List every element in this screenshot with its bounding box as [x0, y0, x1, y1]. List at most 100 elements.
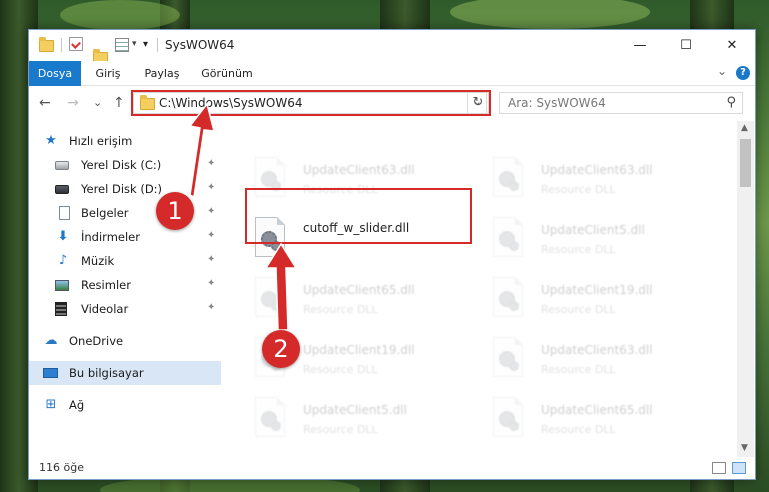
scroll-up-icon[interactable]: ▲	[741, 123, 748, 133]
help-icon[interactable]: ?	[736, 66, 750, 80]
file-name: UpdateClient65.dll	[303, 283, 415, 297]
chevron-down-icon[interactable]: ▾	[132, 39, 137, 55]
properties-icon[interactable]	[69, 37, 83, 51]
file-name: UpdateClient5.dll	[303, 403, 407, 417]
file-name: UpdateClient63.dll	[541, 343, 653, 357]
status-bar: 116 öğe	[29, 457, 755, 479]
file-item[interactable]: UpdateClient65.dll Resource DLL	[489, 397, 719, 457]
file-item[interactable]: UpdateClient63.dll Resource DLL	[489, 157, 719, 219]
background-foliage	[60, 0, 180, 30]
sidebar-item-label: Müzik	[81, 254, 115, 268]
file-name: UpdateClient63.dll	[303, 163, 415, 177]
background-foliage	[450, 0, 650, 29]
documents-icon	[59, 206, 70, 220]
ribbon-tabs: Dosya Giriş Paylaş Görünüm ⌄ ?	[29, 61, 755, 86]
tab-view[interactable]: Görünüm	[197, 61, 257, 86]
sidebar-item-label: Hızlı erişim	[69, 134, 133, 148]
highlight-file-box	[245, 188, 472, 244]
cloud-icon: ☁	[44, 333, 58, 348]
maximize-button[interactable]: ☐	[663, 30, 709, 61]
search-input[interactable]: Ara: SysWOW64	[508, 96, 606, 110]
folder-icon	[39, 37, 54, 52]
dll-file-icon	[489, 277, 527, 323]
videos-icon	[55, 302, 67, 316]
drive-icon	[55, 185, 69, 194]
separator	[157, 38, 158, 52]
file-type: Resource DLL	[541, 303, 616, 316]
tab-home[interactable]: Giriş	[87, 61, 129, 86]
sidebar-item-drive-d[interactable]: Yerel Disk (D:) ✦	[29, 177, 221, 201]
dll-file-icon	[251, 397, 289, 443]
sidebar-item-label: İndirmeler	[81, 230, 140, 244]
pin-icon[interactable]: ✦	[207, 254, 215, 265]
close-button[interactable]: ✕	[709, 30, 755, 61]
sidebar-item-label: Belgeler	[81, 206, 129, 220]
sidebar-item-videos[interactable]: Videolar ✦	[29, 297, 221, 321]
chevron-down-icon[interactable]: ▾	[143, 39, 148, 55]
search-icon[interactable]: ⚲	[726, 95, 736, 110]
recent-locations-button[interactable]: ⌄	[93, 96, 102, 109]
file-item[interactable]: UpdateClient5.dll Resource DLL	[489, 217, 719, 279]
back-button[interactable]: ←	[39, 95, 51, 111]
file-name: UpdateClient19.dll	[541, 283, 653, 297]
window-title: SysWOW64	[165, 38, 235, 52]
sidebar-item-label: Bu bilgisayar	[69, 366, 144, 380]
tab-file[interactable]: Dosya	[29, 61, 81, 86]
highlight-address-box	[131, 90, 491, 116]
file-type: Resource DLL	[303, 363, 378, 376]
pin-icon[interactable]: ✦	[207, 182, 215, 193]
minimize-button[interactable]: —	[617, 30, 663, 61]
file-type: Resource DLL	[541, 243, 616, 256]
navigation-bar: ← → ⌄ ↑ C:\Windows\SysWOW64 ⌄ ↻ Ara: Sys…	[29, 86, 755, 121]
sidebar-item-onedrive[interactable]: ☁ OneDrive	[29, 329, 221, 353]
dll-file-icon	[489, 397, 527, 443]
search-box[interactable]: Ara: SysWOW64 ⚲	[499, 92, 743, 114]
file-name: UpdateClient5.dll	[541, 223, 645, 237]
file-type: Resource DLL	[541, 423, 616, 436]
sidebar-item-downloads[interactable]: ⬇ İndirmeler ✦	[29, 225, 221, 249]
sidebar-item-label: Ağ	[69, 398, 85, 412]
sidebar-item-music[interactable]: ♪ Müzik ✦	[29, 249, 221, 273]
sidebar-item-label: Videolar	[81, 302, 129, 316]
pin-icon[interactable]: ✦	[207, 302, 215, 313]
pin-icon[interactable]: ✦	[207, 158, 215, 169]
forward-button[interactable]: →	[67, 95, 79, 111]
file-name: UpdateClient19.dll	[303, 343, 415, 357]
pin-icon[interactable]: ✦	[207, 230, 215, 241]
dll-file-icon	[489, 157, 527, 203]
large-icons-view-icon[interactable]	[732, 462, 746, 474]
file-name: UpdateClient63.dll	[541, 163, 653, 177]
pin-icon[interactable]: ✦	[207, 278, 215, 289]
pictures-icon	[55, 280, 69, 291]
scroll-down-icon[interactable]: ▼	[741, 443, 748, 453]
navigation-pane: ★ Hızlı erişim Yerel Disk (C:) ✦ Yerel D…	[29, 121, 221, 457]
file-name: UpdateClient65.dll	[541, 403, 653, 417]
file-type: Resource DLL	[303, 303, 378, 316]
separator	[61, 38, 62, 52]
network-icon: ⊞	[45, 397, 57, 412]
sidebar-item-quick-access[interactable]: ★ Hızlı erişim	[29, 129, 221, 153]
pin-icon[interactable]: ✦	[207, 206, 215, 217]
expand-ribbon-icon[interactable]: ⌄	[717, 64, 727, 78]
tab-share[interactable]: Paylaş	[139, 61, 185, 86]
vertical-scrollbar[interactable]: ▲ ▼	[737, 121, 754, 457]
details-view-icon[interactable]	[712, 462, 726, 474]
computer-icon	[43, 368, 58, 378]
customize-quick-access-icon[interactable]	[115, 38, 129, 52]
sidebar-item-pictures[interactable]: Resimler ✦	[29, 273, 221, 297]
sidebar-item-network[interactable]: ⊞ Ağ	[29, 393, 221, 417]
sidebar-item-drive-c[interactable]: Yerel Disk (C:) ✦	[29, 153, 221, 177]
dll-file-icon	[251, 277, 289, 323]
explorer-window: ▾ ▾ SysWOW64 — ☐ ✕ Dosya Giriş Paylaş Gö…	[28, 29, 756, 480]
file-item[interactable]: UpdateClient19.dll Resource DLL	[489, 277, 719, 339]
sidebar-item-this-pc[interactable]: Bu bilgisayar	[29, 361, 221, 385]
file-type: Resource DLL	[541, 183, 616, 196]
download-icon: ⬇	[57, 229, 69, 244]
item-count: 116 öğe	[39, 461, 84, 474]
file-type: Resource DLL	[541, 363, 616, 376]
scrollbar-thumb[interactable]	[740, 139, 751, 187]
file-item[interactable]: UpdateClient5.dll Resource DLL	[251, 397, 481, 457]
up-button[interactable]: ↑	[113, 95, 125, 111]
file-item[interactable]: UpdateClient63.dll Resource DLL	[489, 337, 719, 399]
sidebar-item-label: Yerel Disk (C:)	[81, 158, 162, 172]
